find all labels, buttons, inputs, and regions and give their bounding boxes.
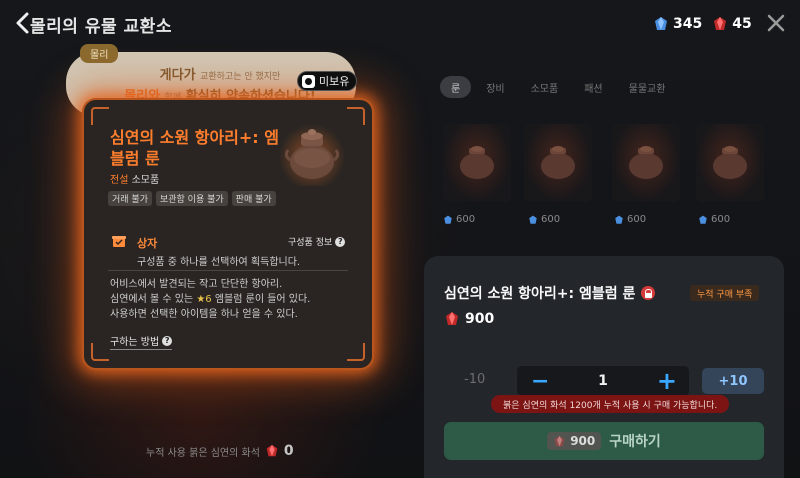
card-corner-ornament bbox=[91, 107, 109, 125]
buy-label: 구매하기 bbox=[609, 434, 661, 450]
unowned-label: 미보유 bbox=[319, 75, 350, 88]
npc-line1-bold: 게다가 bbox=[159, 68, 196, 83]
item-price-value: 600 bbox=[627, 214, 647, 225]
box-type-label: 상자 bbox=[137, 237, 158, 250]
plus-icon[interactable]: + bbox=[657, 367, 677, 395]
contents-info-link[interactable]: 구성품 정보 ? bbox=[288, 235, 346, 248]
minus-10-button[interactable]: -10 bbox=[464, 372, 485, 387]
purchase-requirement-warning: 붉은 심연의 화석 1200개 누적 사용 시 구매 가능합니다. bbox=[491, 395, 730, 413]
red-gem-icon bbox=[714, 17, 727, 30]
box-description: 구성품 중 하나를 선택하여 획득합니다. bbox=[137, 257, 301, 268]
lore-line: 사용하면 선택한 아이템을 하나 얻을 수 있다. bbox=[110, 309, 298, 320]
item-price-value: 600 bbox=[456, 214, 476, 225]
item-price: 600 bbox=[698, 214, 730, 225]
item-grade: 전설 bbox=[110, 175, 129, 186]
plus-10-button[interactable]: +10 bbox=[702, 368, 764, 394]
item-lore: 어비스에서 발견되는 작고 단단한 항아리. 심연에서 볼 수 있는 ★6 엠블… bbox=[110, 277, 354, 322]
jar-icon bbox=[460, 146, 494, 179]
blue-gem-icon bbox=[615, 215, 623, 224]
lore-line: 심연에서 볼 수 있는 ★6 엠블럼 룬이 들어 있다. bbox=[110, 292, 354, 307]
purchase-limit-badge: 누적 구매 부족 bbox=[690, 285, 760, 301]
jar-icon bbox=[541, 146, 575, 179]
question-icon: ? bbox=[335, 236, 346, 247]
lore-text: 심연에서 볼 수 있는 bbox=[110, 294, 194, 305]
item-name: 심연의 소원 항아리+: 엠블럼 룬 bbox=[110, 128, 279, 168]
tag-no-sell: 판매 불가 bbox=[231, 191, 276, 206]
buy-price: 900 bbox=[547, 432, 602, 450]
shop-item-slot[interactable] bbox=[443, 124, 511, 202]
accumulated-value: 0 bbox=[283, 443, 294, 459]
item-price-value: 600 bbox=[541, 214, 561, 225]
purchase-price-value: 900 bbox=[465, 311, 495, 327]
shop-item-slot[interactable] bbox=[612, 124, 680, 202]
red-gem-icon bbox=[446, 312, 458, 325]
lock-icon bbox=[641, 286, 656, 300]
blue-gem-icon bbox=[655, 17, 667, 30]
star-grade: ★6 bbox=[196, 294, 212, 305]
page-title: 몰리의 유물 교환소 bbox=[30, 17, 172, 37]
card-corner-ornament bbox=[91, 343, 109, 361]
blue-gem-icon bbox=[699, 215, 707, 224]
tab-rune[interactable]: 룬 bbox=[440, 76, 472, 98]
item-image bbox=[280, 122, 344, 186]
tag-no-trade: 거래 불가 bbox=[108, 191, 152, 206]
card-corner-ornament bbox=[347, 107, 365, 125]
box-icon bbox=[112, 236, 126, 247]
accumulated-usage: 누적 사용 붉은 심연의 화석 0 bbox=[146, 443, 294, 459]
blue-gem-icon bbox=[444, 215, 452, 224]
item-price: 600 bbox=[443, 214, 475, 225]
how-to-obtain-label: 구하는 방법 bbox=[110, 337, 160, 348]
item-price: 600 bbox=[614, 214, 646, 225]
quantity-stepper: − 1 + bbox=[517, 366, 689, 396]
shop-item-slot[interactable] bbox=[524, 124, 592, 202]
contents-info-label: 구성품 정보 bbox=[288, 238, 333, 248]
item-tags: 거래 불가 보관함 이용 불가 판매 불가 bbox=[108, 191, 278, 206]
npc-line1-small: 교환하고는 안 했지만 bbox=[200, 72, 281, 82]
red-gem-icon bbox=[266, 444, 278, 457]
purchase-item-name: 심연의 소원 항아리+: 엠블럼 룬 bbox=[444, 286, 636, 302]
category-tabs: 룬 장비 소모품 패션 물물교환 bbox=[440, 76, 676, 98]
item-price: 600 bbox=[528, 214, 560, 225]
red-gem-icon bbox=[554, 435, 565, 446]
accumulated-label: 누적 사용 붉은 심연의 화석 bbox=[146, 447, 260, 459]
card-corner-ornament bbox=[347, 343, 365, 361]
jar-icon bbox=[284, 129, 340, 179]
purchase-price: 900 bbox=[444, 311, 494, 327]
currency-display: 345 45 bbox=[645, 9, 755, 39]
purchase-title: 심연의 소원 항아리+: 엠블럼 룬 bbox=[444, 283, 656, 303]
npc-name-tag: 몰리 bbox=[80, 44, 119, 63]
tag-no-storage: 보관함 이용 불가 bbox=[155, 191, 228, 206]
item-price-value: 600 bbox=[711, 214, 731, 225]
blue-gem-icon bbox=[529, 215, 537, 224]
close-icon bbox=[767, 14, 785, 32]
item-tooltip-card: 심연의 소원 항아리+: 엠블럼 룬 전설 소모품 거래 불가 보관함 이용 불… bbox=[84, 100, 372, 368]
buy-price-value: 900 bbox=[570, 434, 596, 448]
tab-barter[interactable]: 물물교환 bbox=[618, 76, 677, 98]
blue-currency-amount: 345 bbox=[673, 16, 703, 32]
jar-icon bbox=[629, 146, 663, 179]
unowned-badge: 미보유 bbox=[297, 71, 358, 91]
item-grade-line: 전설 소모품 bbox=[110, 171, 159, 186]
lore-line: 어비스에서 발견되는 작고 단단한 항아리. bbox=[110, 279, 283, 290]
collection-icon bbox=[302, 74, 315, 88]
divider bbox=[108, 270, 348, 271]
how-to-obtain-link[interactable]: 구하는 방법 ? bbox=[110, 333, 173, 350]
red-currency-amount: 45 bbox=[732, 16, 752, 32]
shop-item-slot[interactable] bbox=[696, 124, 764, 202]
question-icon: ? bbox=[162, 335, 173, 346]
close-button[interactable] bbox=[765, 12, 787, 34]
jar-icon bbox=[713, 146, 747, 179]
tab-equipment[interactable]: 장비 bbox=[475, 76, 515, 98]
tab-consumable[interactable]: 소모품 bbox=[520, 76, 570, 98]
buy-button[interactable]: 900 구매하기 bbox=[444, 422, 764, 460]
purchase-panel: 심연의 소원 항아리+: 엠블럼 룬 누적 구매 부족 900 -10 − 1 … bbox=[424, 256, 784, 478]
item-type: 소모품 bbox=[131, 175, 160, 186]
lore-text: 엠블럼 룬이 들어 있다. bbox=[214, 294, 311, 305]
tab-fashion[interactable]: 패션 bbox=[573, 76, 613, 98]
